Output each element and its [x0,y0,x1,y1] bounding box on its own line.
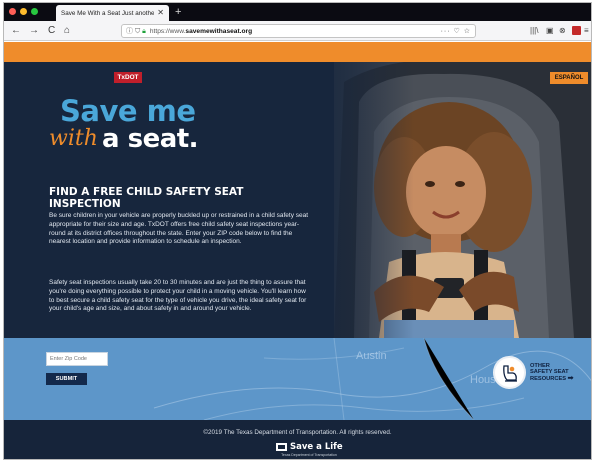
home-button[interactable]: ⌂ [64,24,70,38]
espanol-language-button[interactable]: ESPAÑOL [550,72,588,84]
page-actions-icon[interactable]: ··· ♡ ☆ [441,27,471,35]
logo-a-seat: a seat. [102,124,199,154]
hero-section: TxDOT ESPAÑOL Save me with a seat. FIND … [4,62,591,338]
reload-button[interactable]: C [48,24,55,38]
extension-icon[interactable]: ⊗ [559,25,566,37]
navigation-bar: ← → C ⌂ ⓘ ⛉ 🔒︎ https://www.savemewithase… [4,21,591,41]
copyright-text: ©2019 The Texas Department of Transporta… [203,429,392,436]
new-tab-button[interactable]: + [175,5,181,19]
photo-fade-overlay [304,62,414,338]
forward-button[interactable]: → [29,24,39,38]
logo-save-me: Save me [60,94,196,128]
minimize-window-button[interactable] [20,8,27,15]
child-seat-icon [493,356,526,389]
tab-close-icon[interactable]: ✕ [157,9,164,17]
save-a-life-icon [276,443,287,451]
lock-icon: 🔒︎ [142,28,146,35]
browser-window: Save Me With a Seat Just another ✕ + ← →… [3,2,592,460]
back-button[interactable]: ← [11,24,21,38]
zip-search-section: Austin Houst SUBMIT OTHER SAFETY SEAT RE… [4,338,591,420]
other-resources-link[interactable]: OTHER SAFETY SEAT RESOURCES ➡ [493,356,574,389]
details-paragraph: Safety seat inspections usually take 20 … [49,279,307,313]
section-heading: FIND A FREE CHILD SAFETY SEAT INSPECTION [49,186,244,210]
window-controls [9,8,38,15]
txdot-logo[interactable]: TxDOT [114,72,142,83]
address-bar[interactable]: ⓘ ⛉ 🔒︎ https://www.savemewithaseat.org ·… [121,24,476,38]
browser-tab[interactable]: Save Me With a Seat Just another ✕ [56,5,169,21]
site-info-icon[interactable]: ⓘ ⛉ 🔒︎ [126,26,146,36]
url-text: https://www.savemewithaseat.org [149,27,253,35]
submit-button[interactable]: SUBMIT [46,373,87,385]
menu-icon[interactable]: ≡ [584,25,589,37]
maximize-window-button[interactable] [31,8,38,15]
intro-paragraph: Be sure children in your vehicle are pro… [49,212,309,246]
save-a-life-subtitle: Texas Department of Transportation [281,453,337,457]
zip-code-input[interactable] [46,352,108,366]
save-a-life-logo[interactable]: Save a Life [276,442,343,452]
addon-icon[interactable] [572,26,581,35]
logo-with: with [49,126,98,151]
tab-title: Save Me With a Seat Just another [61,9,155,17]
footer: ©2019 The Texas Department of Transporta… [4,420,591,459]
sidebar-icon[interactable]: ▣ [546,25,554,37]
top-orange-bar [4,42,591,62]
tab-strip: Save Me With a Seat Just another ✕ + [4,3,591,21]
map-label-austin: Austin [356,350,387,362]
library-icon[interactable]: |||\ [530,25,538,37]
resources-label: OTHER SAFETY SEAT RESOURCES ➡ [530,362,574,382]
close-window-button[interactable] [9,8,16,15]
arrow-right-icon: ➡ [567,374,574,382]
page-content: TxDOT ESPAÑOL Save me with a seat. FIND … [4,42,591,459]
